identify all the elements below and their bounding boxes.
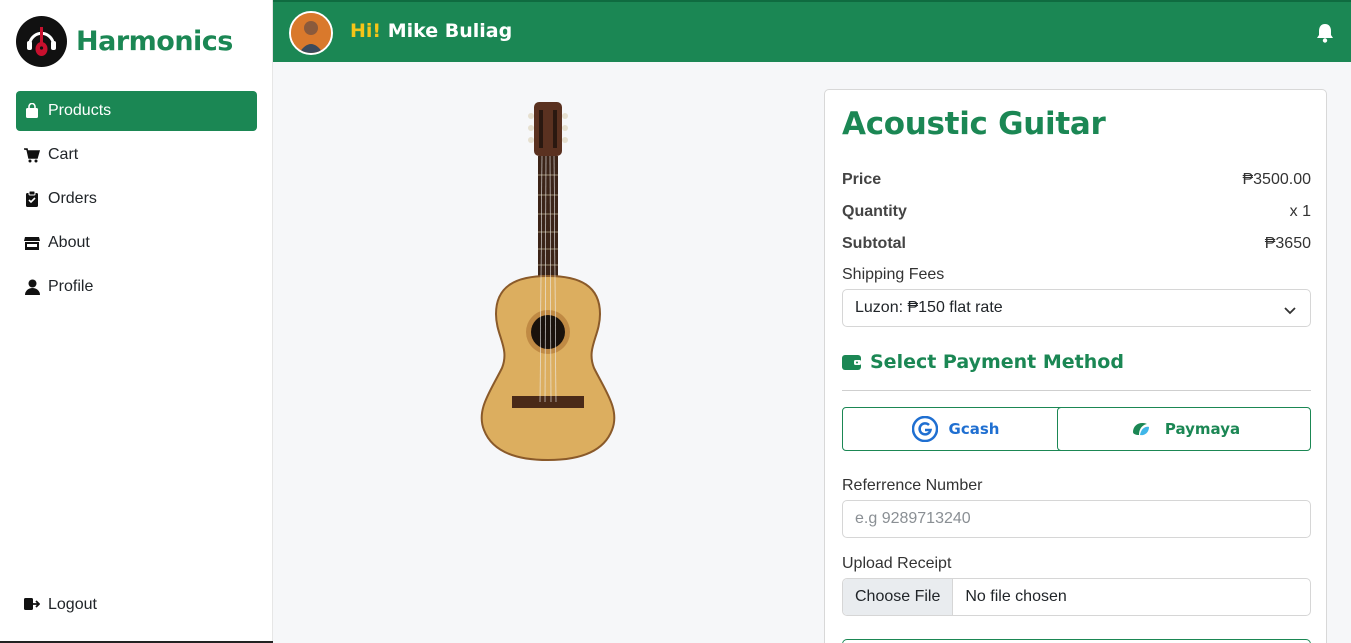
cart-icon	[24, 147, 40, 163]
logout-label: Logout	[48, 596, 97, 613]
bell-icon[interactable]	[1315, 23, 1335, 43]
receipt-file-input[interactable]: Choose File No file chosen	[842, 578, 1311, 616]
sidebar-item-label: Profile	[48, 278, 94, 295]
paymaya-label: Paymaya	[1164, 420, 1241, 438]
user-name: Mike Buliag	[387, 20, 513, 42]
price-value: ₱3500.00	[1242, 171, 1311, 188]
chevron-down-icon	[1284, 302, 1296, 320]
gcash-label: Gcash	[948, 420, 1000, 438]
wallet-icon	[842, 354, 861, 371]
reference-number-label: Referrence Number	[842, 477, 983, 494]
sidebar-item-products[interactable]: Products	[16, 91, 257, 131]
sidebar: Harmonics Products Cart Orders About Pro…	[0, 0, 273, 643]
divider	[842, 390, 1311, 391]
shipping-label: Shipping Fees	[842, 266, 945, 283]
clipboard-icon	[24, 191, 40, 207]
quantity-row: Quantity x 1	[842, 203, 1311, 221]
product-title: Acoustic Guitar	[842, 106, 1106, 142]
quantity-value: x 1	[1289, 203, 1311, 220]
sidebar-item-label: Orders	[48, 190, 97, 207]
checkout-card: Acoustic Guitar Price ₱3500.00 Quantity …	[824, 89, 1327, 643]
user-greeting: Hi! Mike Buliag	[350, 20, 512, 42]
avatar[interactable]	[289, 11, 333, 55]
subtotal-label: Subtotal	[842, 235, 906, 252]
store-icon	[24, 235, 40, 251]
sidebar-item-label: About	[48, 234, 90, 251]
reference-number-input[interactable]	[842, 500, 1311, 538]
file-status-text: No file chosen	[965, 588, 1067, 605]
sidebar-item-profile[interactable]: Profile	[16, 267, 257, 307]
sidebar-item-about[interactable]: About	[16, 223, 257, 263]
greeting-hi: Hi!	[350, 20, 382, 42]
payment-method-heading: Select Payment Method	[842, 351, 1124, 373]
subtotal-value: ₱3650	[1264, 235, 1311, 252]
submit-button[interactable]	[842, 639, 1311, 643]
paymaya-button[interactable]: Paymaya	[1057, 407, 1311, 451]
top-header: Hi! Mike Buliag	[273, 0, 1351, 62]
choose-file-button[interactable]: Choose File	[843, 579, 954, 615]
subtotal-row: Subtotal ₱3650	[842, 235, 1311, 253]
sidebar-item-cart[interactable]: Cart	[16, 135, 257, 175]
gcash-icon	[911, 416, 938, 442]
user-icon	[24, 279, 40, 295]
bag-icon	[24, 103, 40, 119]
price-row: Price ₱3500.00	[842, 171, 1311, 189]
logout-button[interactable]: Logout	[24, 596, 97, 614]
payment-method-title: Select Payment Method	[870, 351, 1124, 373]
product-image	[476, 100, 620, 462]
brand-name: Harmonics	[76, 26, 233, 57]
sidebar-nav: Products Cart Orders About Profile	[16, 91, 257, 311]
price-label: Price	[842, 171, 882, 188]
paymaya-icon	[1128, 416, 1154, 442]
brand[interactable]: Harmonics	[16, 16, 233, 67]
logout-icon	[24, 597, 40, 613]
shipping-selected-value: Luzon: ₱150 flat rate	[855, 299, 1003, 316]
quantity-label: Quantity	[842, 203, 907, 220]
sidebar-item-label: Cart	[48, 146, 79, 163]
guitar-logo-icon	[16, 16, 67, 67]
sidebar-item-orders[interactable]: Orders	[16, 179, 257, 219]
shipping-select[interactable]: Luzon: ₱150 flat rate	[842, 289, 1311, 327]
gcash-button[interactable]: Gcash	[842, 407, 1069, 451]
upload-receipt-label: Upload Receipt	[842, 555, 952, 572]
sidebar-item-label: Products	[48, 102, 112, 119]
